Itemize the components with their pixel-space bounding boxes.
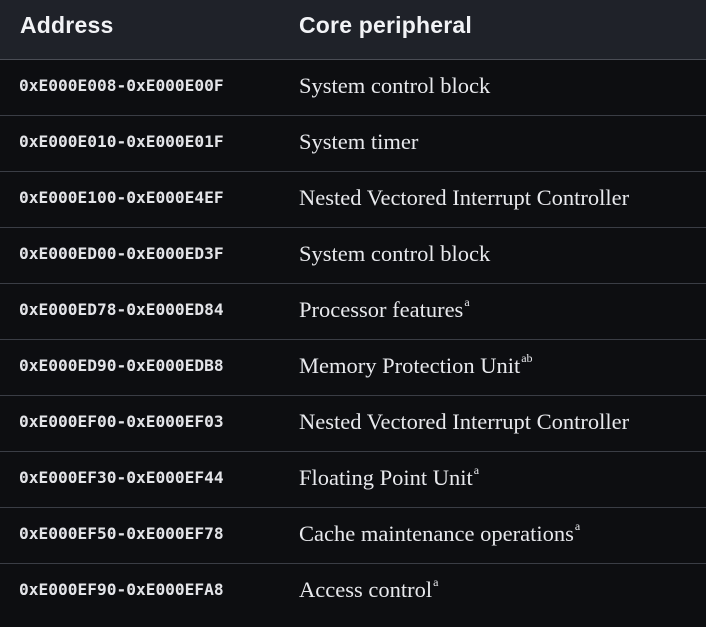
peripheral-address-table: Address Core peripheral 0xE000E008-0xE00… (0, 0, 706, 627)
address-cell: 0xE000E008-0xE000E00F (19, 76, 224, 95)
peripheral-cell: Nested Vectored Interrupt Controller (299, 409, 630, 435)
peripheral-name: Nested Vectored Interrupt Controller (299, 409, 630, 434)
peripheral-name: Memory Protection Unit (299, 353, 521, 378)
table-row: 0xE000EF00-0xE000EF03 Nested Vectored In… (0, 395, 706, 451)
table-row: 0xE000EF50-0xE000EF78 Cache maintenance … (0, 507, 706, 563)
table-row: 0xE000ED90-0xE000EDB8 Memory Protection … (0, 339, 706, 395)
column-header-address: Address (20, 12, 114, 38)
address-cell: 0xE000ED00-0xE000ED3F (19, 244, 224, 263)
address-cell: 0xE000EF50-0xE000EF78 (19, 524, 224, 543)
address-cell: 0xE000EF30-0xE000EF44 (19, 468, 224, 487)
address-cell: 0xE000EF90-0xE000EFA8 (19, 580, 224, 599)
footnote-marker: a (473, 463, 480, 477)
peripheral-name: System control block (299, 241, 491, 266)
peripheral-name: Cache maintenance operations (299, 521, 574, 546)
peripheral-cell: System control block (299, 73, 491, 99)
table-row: 0xE000ED78-0xE000ED84 Processor features… (0, 283, 706, 339)
peripheral-cell: System control block (299, 241, 491, 267)
footnote-marker: a (464, 295, 470, 309)
peripheral-cell: Access controla (299, 575, 439, 603)
table-row: 0xE000E008-0xE000E00F System control blo… (0, 59, 706, 115)
peripheral-name: Access control (299, 577, 433, 602)
peripheral-name: System control block (299, 73, 491, 98)
peripheral-name: Floating Point Unit (299, 465, 473, 490)
address-cell: 0xE000ED78-0xE000ED84 (19, 300, 224, 319)
peripheral-cell: Nested Vectored Interrupt Controller (299, 185, 630, 211)
peripheral-cell: Floating Point Unita (299, 463, 480, 491)
table-body: 0xE000E008-0xE000E00F System control blo… (0, 59, 706, 619)
peripheral-cell: Memory Protection Unitab (299, 351, 533, 379)
table-header: Address Core peripheral (0, 0, 706, 59)
peripheral-cell: Processor featuresa (299, 295, 470, 323)
table-row: 0xE000EF90-0xE000EFA8 Access controla (0, 563, 706, 619)
peripheral-name: System timer (299, 129, 419, 154)
footnote-marker: a (433, 575, 439, 589)
column-header-peripheral: Core peripheral (299, 12, 472, 38)
table-row: 0xE000ED00-0xE000ED3F System control blo… (0, 227, 706, 283)
table-row: 0xE000E010-0xE000E01F System timer (0, 115, 706, 171)
peripheral-cell: Cache maintenance operationsa (299, 519, 581, 547)
footnote-marker: ab (521, 351, 533, 365)
footnote-marker: a (574, 519, 581, 533)
address-cell: 0xE000ED90-0xE000EDB8 (19, 356, 224, 375)
peripheral-cell: System timer (299, 129, 419, 155)
peripheral-name: Processor features (299, 297, 464, 322)
table-row: 0xE000EF30-0xE000EF44 Floating Point Uni… (0, 451, 706, 507)
address-cell: 0xE000E010-0xE000E01F (19, 132, 224, 151)
address-cell: 0xE000E100-0xE000E4EF (19, 188, 224, 207)
peripheral-name: Nested Vectored Interrupt Controller (299, 185, 630, 210)
table-row: 0xE000E100-0xE000E4EF Nested Vectored In… (0, 171, 706, 227)
address-cell: 0xE000EF00-0xE000EF03 (19, 412, 224, 431)
